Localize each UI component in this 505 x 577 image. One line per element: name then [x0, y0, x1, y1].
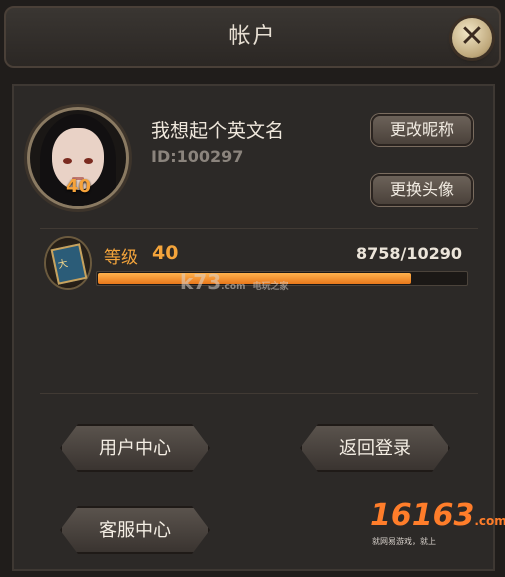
customer-service-button[interactable]: 客服中心 — [60, 506, 210, 554]
site-watermark-slogan: 就网易游戏，就上 — [372, 537, 436, 546]
close-icon: ✕ — [459, 19, 485, 54]
k73-watermark-sub: .com — [221, 282, 246, 292]
divider-top — [40, 228, 478, 229]
k73-watermark-cn: 电玩之家 — [252, 282, 289, 292]
back-to-login-button[interactable]: 返回登录 — [300, 424, 450, 472]
avatar-eyes — [63, 158, 93, 166]
player-name: 我想起个英文名 — [151, 120, 285, 142]
site-watermark-text: 16163 — [370, 498, 475, 533]
close-button[interactable]: ✕ — [452, 18, 492, 58]
k73-watermark: k73.com 电玩之家 — [180, 270, 288, 294]
exp-text: 8758/10290 — [356, 244, 463, 263]
divider-bottom — [40, 393, 478, 394]
site-watermark-sub: .com — [474, 514, 505, 528]
level-book-icon: 大 — [46, 238, 90, 288]
k73-watermark-text: k73 — [180, 270, 222, 294]
avatar-level-badge: 40 — [66, 176, 92, 197]
change-avatar-button[interactable]: 更换头像 — [371, 174, 473, 206]
player-id: ID:100297 — [151, 147, 244, 166]
window-title: 帐户 — [228, 24, 277, 49]
site-watermark: 16163.com — [370, 498, 505, 533]
user-center-button[interactable]: 用户中心 — [60, 424, 210, 472]
rename-button[interactable]: 更改昵称 — [371, 114, 473, 146]
level-label: 等级 — [104, 248, 138, 268]
level-value: 40 — [152, 242, 179, 264]
